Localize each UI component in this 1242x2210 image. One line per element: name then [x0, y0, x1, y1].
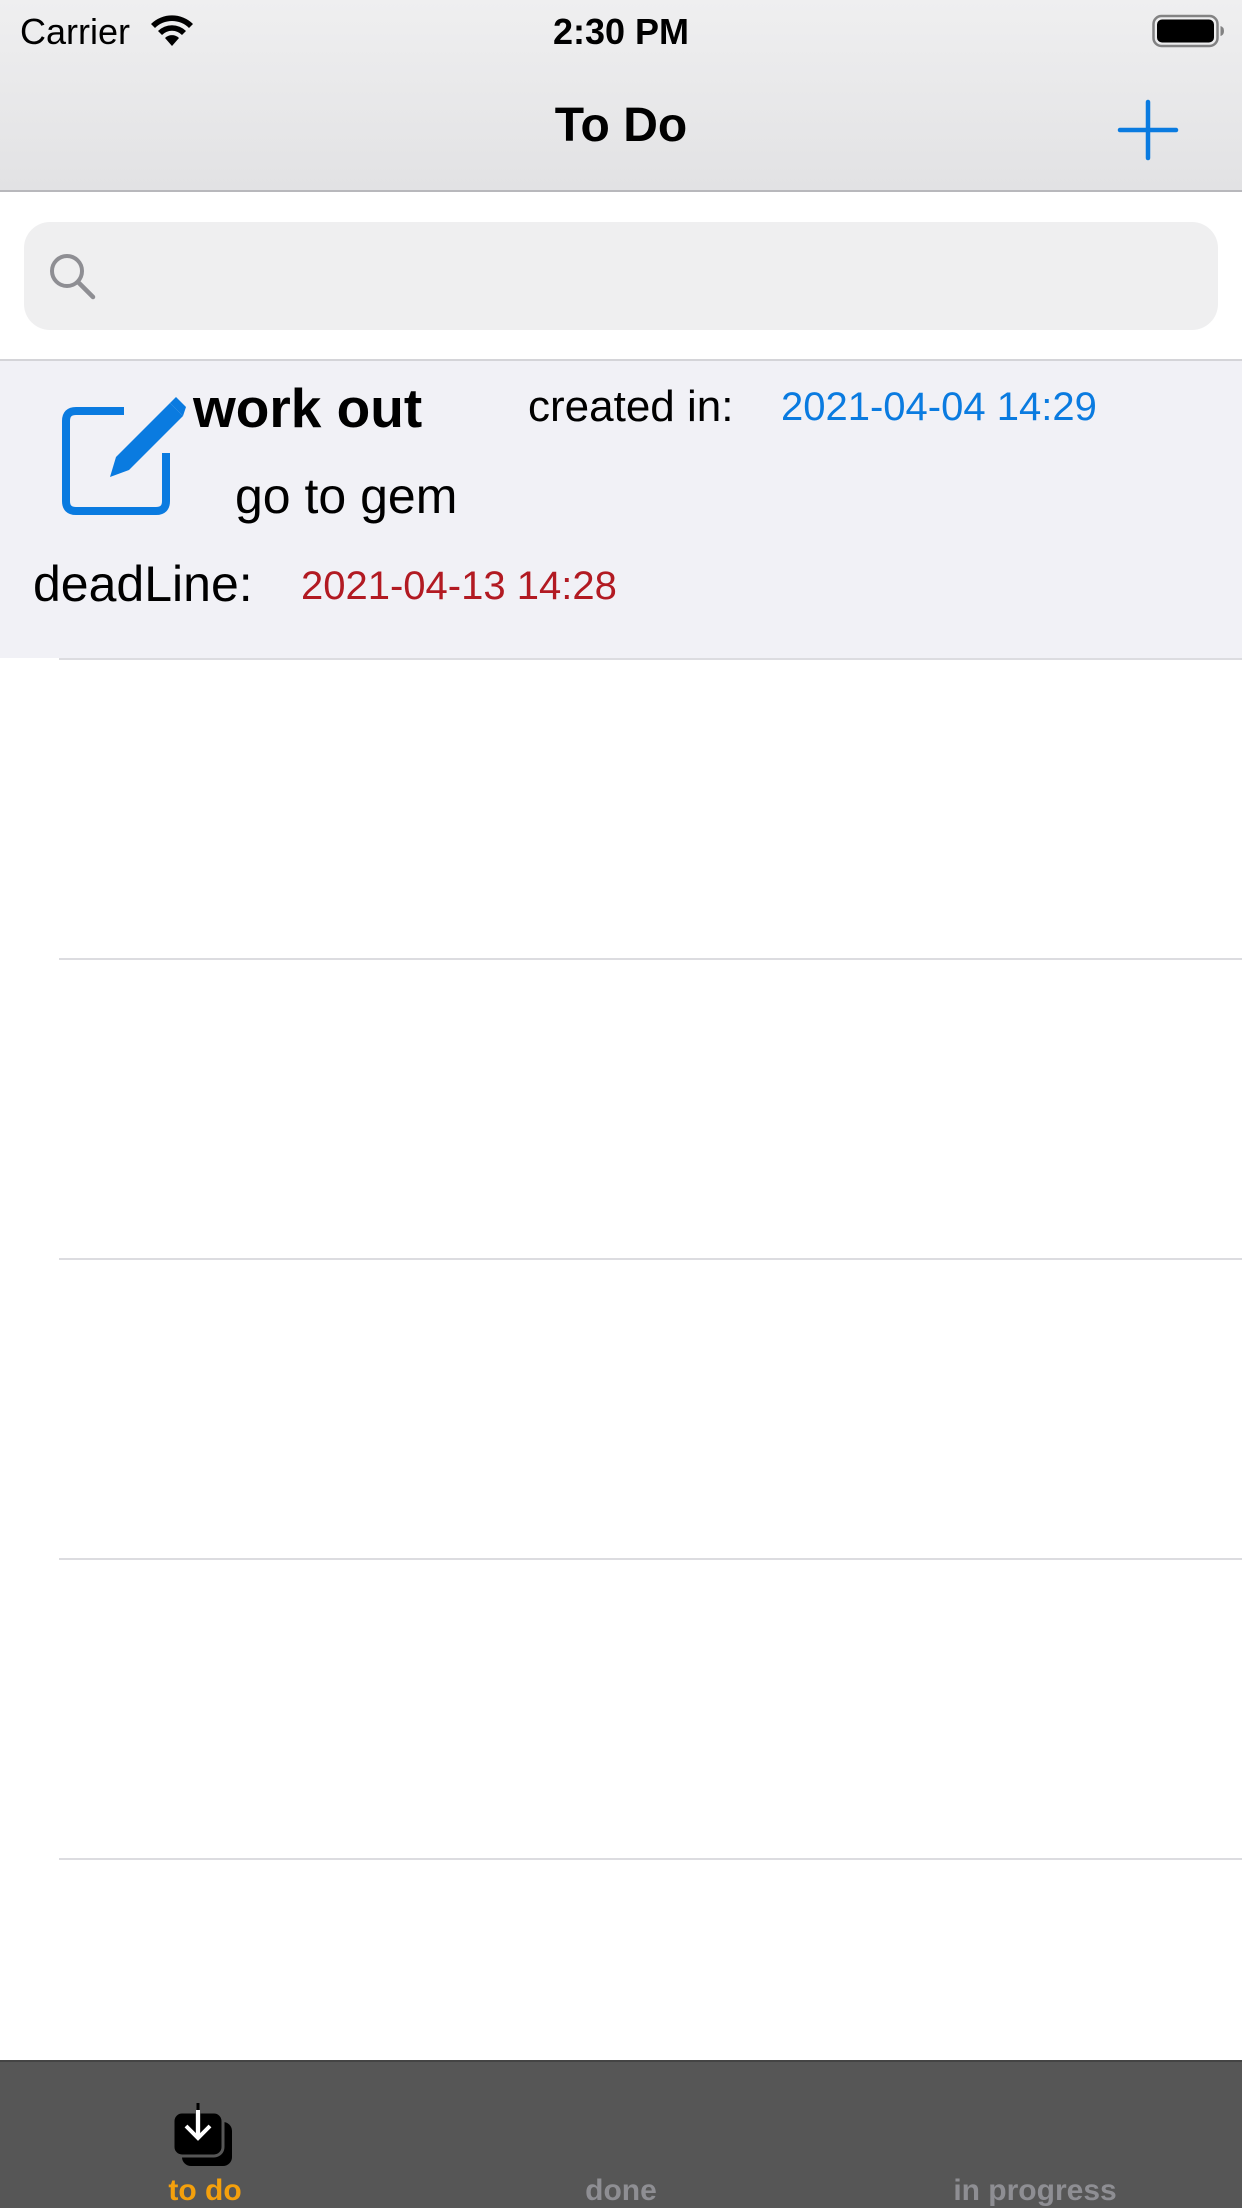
edit-icon — [62, 397, 186, 515]
tray-download-icon — [172, 2103, 232, 2166]
add-task-button[interactable] — [1112, 94, 1184, 166]
status-time: 2:30 PM — [552, 11, 690, 52]
tab-label-done: done — [585, 2174, 657, 2207]
plus-icon — [1117, 99, 1179, 161]
row-separator — [59, 1858, 1242, 1860]
task-description: go to gem — [235, 468, 458, 524]
tab-done[interactable]: done — [452, 2062, 790, 2210]
tab-in-progress[interactable]: in progress — [866, 2062, 1204, 2210]
row-separator — [59, 658, 1242, 660]
search-input[interactable] — [114, 222, 1198, 332]
search-field[interactable] — [24, 222, 1218, 332]
deadline-label: deadLine: — [33, 556, 253, 612]
tab-label-in-progress: in progress — [953, 2174, 1117, 2207]
task-row[interactable]: work out created in: 2021-04-04 14:29 go… — [0, 361, 1242, 658]
tab-label-to-do: to do — [168, 2174, 242, 2207]
row-separator — [59, 1258, 1242, 1260]
search-icon — [50, 254, 96, 300]
navigation-bar: Carrier 2:30 PM To Do — [0, 0, 1242, 192]
battery-icon — [1152, 14, 1224, 48]
page-title: To Do — [554, 99, 688, 152]
created-label: created in: — [528, 382, 734, 431]
row-separator — [59, 958, 1242, 960]
tab-to-do[interactable]: to do — [36, 2062, 374, 2210]
deadline-date: 2021-04-13 14:28 — [301, 564, 617, 608]
tab-bar: to do done in progress — [0, 2060, 1242, 2208]
created-date: 2021-04-04 14:29 — [781, 385, 1097, 429]
row-separator — [59, 1558, 1242, 1560]
search-bar — [0, 192, 1242, 360]
task-title: work out — [193, 377, 423, 439]
